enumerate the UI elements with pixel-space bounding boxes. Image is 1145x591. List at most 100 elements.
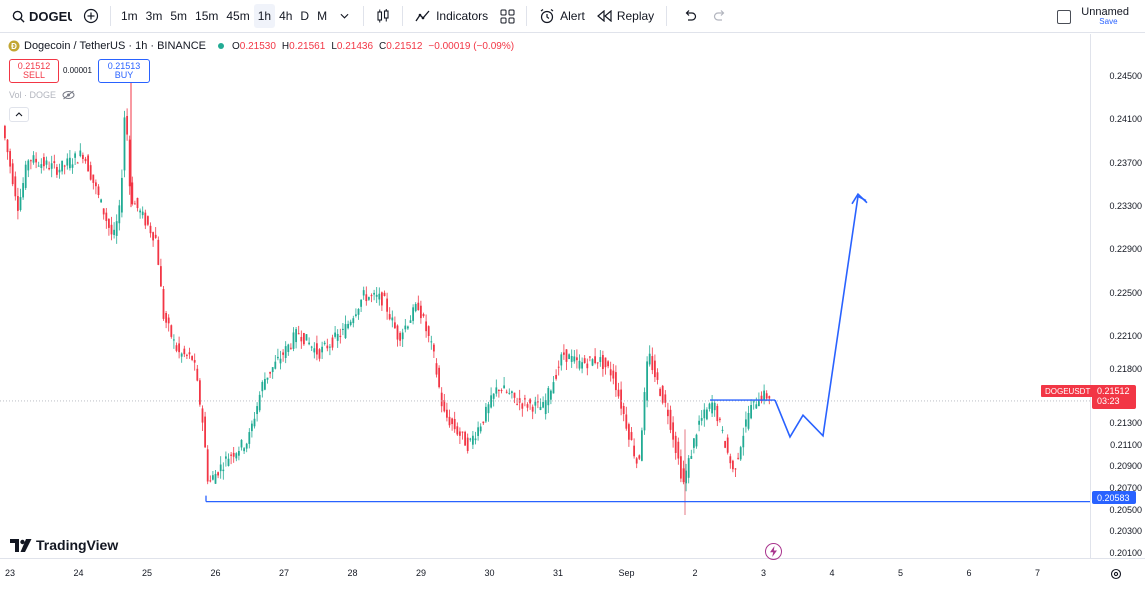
candle-body (617, 389, 620, 397)
candle-body (297, 333, 300, 335)
ohlc-value: 0.21530 (239, 40, 276, 52)
candle-body (357, 308, 360, 315)
time-scale-settings-button[interactable] (1110, 567, 1122, 585)
candle-body (50, 163, 53, 169)
divider (666, 6, 668, 26)
candle-body (336, 333, 339, 341)
time-tick: 23 (4, 568, 16, 578)
indicators-button[interactable]: Indicators (409, 3, 494, 29)
chart-pane[interactable] (0, 34, 1090, 558)
time-tick: 3 (760, 568, 767, 578)
candle-body (537, 401, 539, 403)
candle-body (196, 368, 199, 381)
candle-body (235, 453, 238, 459)
candlestick-chart[interactable] (0, 34, 1090, 558)
symbol-search-button[interactable]: DOGEUSDT (8, 4, 72, 28)
candle-body (266, 377, 269, 380)
templates-button[interactable] (494, 3, 520, 29)
price-scale[interactable]: 0.24500 0.24100 0.23700 0.23300 0.22900 0.225… (1090, 34, 1145, 558)
candle-body (295, 329, 297, 343)
candle-body (277, 356, 279, 359)
undo-button[interactable] (677, 3, 703, 29)
candle-body (680, 456, 682, 479)
tradingview-logo[interactable]: TradingView (10, 537, 118, 553)
candle-body (191, 356, 193, 360)
flash-event-icon[interactable] (765, 543, 782, 560)
time-tick: 27 (278, 568, 290, 578)
candle-body (461, 431, 464, 433)
interval-4h[interactable]: 4h (275, 4, 296, 28)
price-tick: 0.22900 (1109, 244, 1142, 255)
candle-body (204, 416, 206, 448)
interval-d[interactable]: D (296, 4, 313, 28)
interval-5m[interactable]: 5m (166, 4, 191, 28)
candle-body (128, 139, 131, 187)
candle-body (648, 353, 651, 365)
redo-button[interactable] (707, 3, 733, 29)
candle-body (253, 418, 256, 427)
time-tick: 2 (692, 568, 698, 578)
chart-type-button[interactable] (370, 3, 396, 29)
candle-body (448, 416, 451, 426)
candle-body (175, 345, 178, 351)
candle-body (412, 307, 414, 321)
candle-body (539, 406, 542, 410)
legend-ohlc-item: O0.21530 (232, 41, 276, 52)
candle-body (105, 212, 108, 221)
ohlc-key: O (231, 40, 240, 52)
candle-body (586, 363, 589, 369)
buy-button[interactable]: 0.21513 BUY (98, 59, 150, 83)
candle-body (102, 208, 105, 215)
candle-body (11, 163, 14, 185)
candle-body (123, 117, 126, 171)
candle-body (290, 347, 292, 349)
candle-body (498, 390, 500, 392)
interval-45m[interactable]: 45m (222, 4, 253, 28)
candle-body (591, 359, 594, 366)
candle-body (651, 356, 654, 371)
interval-15m[interactable]: 15m (191, 4, 222, 28)
candle-body (321, 346, 323, 353)
candle-body (274, 361, 277, 369)
indicators-icon (415, 10, 430, 22)
compare-symbol-button[interactable] (78, 3, 104, 29)
candle-body (310, 346, 313, 348)
candle-body (365, 294, 368, 302)
sell-button[interactable]: 0.21512 SELL (9, 59, 59, 83)
candle-body (716, 405, 719, 422)
alert-button[interactable]: Alert (533, 3, 591, 29)
legend-collapse-button[interactable] (9, 107, 29, 122)
candle-body (698, 420, 700, 425)
candle-body (141, 211, 144, 216)
candle-body (570, 356, 573, 362)
symbol-name: DOGEUSDT (29, 8, 72, 24)
candle-body (157, 239, 160, 265)
candle-body (542, 402, 544, 408)
candle-body (713, 402, 716, 411)
candle-body (560, 354, 563, 366)
candle-body (693, 438, 695, 448)
gear-icon (1110, 568, 1122, 580)
replay-button[interactable]: Replay (591, 3, 660, 29)
candle-body (173, 339, 175, 341)
candle-body (113, 229, 115, 235)
layout-name-button[interactable]: Unnamed Save (1081, 6, 1129, 27)
candle-body (27, 160, 30, 171)
interval-1h[interactable]: 1h (253, 4, 276, 28)
candle-body (638, 455, 641, 459)
candle-body (71, 164, 74, 168)
interval-1m[interactable]: 1m (117, 4, 142, 28)
candle-body (362, 290, 365, 296)
candle-body (485, 406, 487, 422)
candle-body (654, 360, 656, 378)
interval-m[interactable]: M (313, 4, 331, 28)
eye-off-icon[interactable] (62, 90, 75, 100)
candle-body (230, 454, 232, 456)
layout-checkbox[interactable] (1057, 9, 1072, 24)
interval-dropdown-button[interactable] (331, 3, 357, 29)
layout-area: Unnamed Save (1057, 0, 1145, 33)
candle-body (596, 362, 599, 364)
interval-3m[interactable]: 3m (142, 4, 167, 28)
time-scale[interactable]: 23 24 25 26 27 28 29 30 31 Sep 2 3 4 5 6 7 (0, 558, 1145, 591)
candle-body (573, 356, 576, 362)
